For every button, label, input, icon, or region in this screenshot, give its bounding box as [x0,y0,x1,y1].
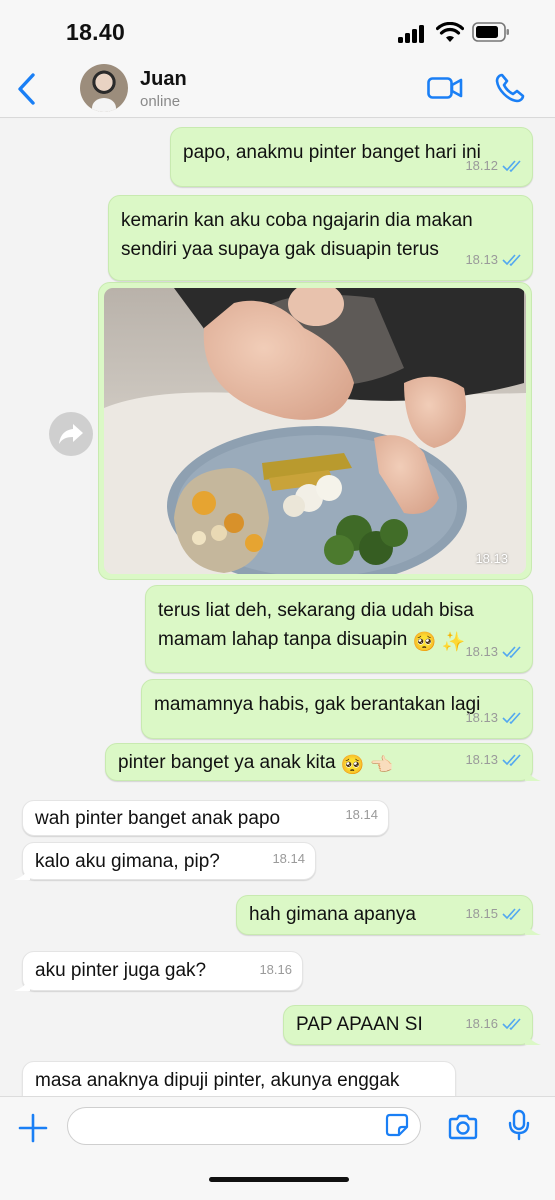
signal-icon [398,25,428,43]
message-time: 18.14 [345,807,378,822]
contact-status: online [140,93,181,110]
message-time: 18.16 [259,962,292,977]
wifi-icon [436,22,464,42]
message-time: 18.13 [465,252,498,267]
message-input[interactable] [67,1107,421,1145]
message-meta: 18.13 [465,245,522,274]
message-bubble-incoming[interactable]: wah pinter banget anak papo 18.14 [22,800,389,836]
sparkles-emoji: ✨ [441,632,466,653]
message-text-line: mamam lahap tanpa disuapin [158,629,408,650]
message-bubble-outgoing[interactable]: pinter banget ya anak kita 🥺 👈🏻 18.13 [105,743,541,781]
message-meta: 18.12 [465,151,522,180]
double-check-icon [502,253,521,266]
double-check-icon [502,159,521,172]
message-bubble-outgoing[interactable]: PAP APAAN SI 18.16 [283,1005,541,1045]
chat-area[interactable]: papo, anakmu pinter banget hari ini 18.1… [0,119,555,1096]
pleading-face-emoji: 🥺 [340,755,365,776]
baby-food-photo [104,288,526,574]
plus-icon[interactable] [18,1113,48,1143]
message-text-line: kemarin kan aku coba ngajarin dia makan [121,210,473,231]
bubble-tail [525,767,541,781]
message-bubble-outgoing[interactable]: mamamnya habis, gak berantakan lagi 18.1… [141,679,533,739]
message-meta: 18.15 [465,899,522,928]
message-text: aku pinter juga gak? [35,960,207,981]
message-text: pinter banget ya anak kita [118,752,336,773]
message-meta: 18.16 [465,1009,522,1038]
avatar[interactable] [80,64,128,112]
video-call-icon[interactable] [427,76,463,100]
pointing-hand-emoji: 👈🏻 [369,755,394,776]
photo-message[interactable]: 18.13 [98,282,532,580]
message-time: 18.13 [465,644,498,659]
message-meta: 18.13 [465,637,522,666]
message-bubble-incoming[interactable]: kalo aku gimana, pip? 18.14 [14,842,316,880]
message-bubble-outgoing[interactable]: papo, anakmu pinter banget hari ini 18.1… [170,127,533,187]
mic-icon[interactable] [508,1109,530,1141]
message-text-line: pinter banget ya anak kita 🥺 👈🏻 [118,748,520,780]
status-bar: 18.40 [0,0,555,62]
photo-image[interactable]: 18.13 [104,288,526,574]
double-check-icon [502,753,521,766]
message-time: 18.14 [272,851,305,866]
message-time: 18.13 [465,752,498,767]
message-time: 18.13 [465,710,498,725]
message-text-line: sendiri yaa supaya gak disuapin terus [121,239,439,260]
battery-icon [472,22,509,42]
message-text: wah pinter banget anak papo [35,808,281,829]
home-indicator [209,1177,349,1182]
message-bubble-incoming[interactable]: aku pinter juga gak? 18.16 [14,951,303,991]
double-check-icon [502,1017,521,1030]
message-bubble-incoming[interactable]: masa anaknya dipuji pinter, akunya engga… [22,1061,456,1096]
message-meta: 18.14 [345,800,378,829]
bubble-tail [525,921,541,935]
double-check-icon [502,711,521,724]
message-bubble-outgoing[interactable]: kemarin kan aku coba ngajarin dia makan … [108,195,533,281]
input-bar [0,1096,555,1200]
contact-name[interactable]: Juan [140,68,187,91]
status-time: 18.40 [66,19,126,45]
message-bubble-outgoing[interactable]: hah gimana apanya 18.15 [236,895,541,935]
bubble-tail [14,977,30,991]
message-meta: 18.14 [272,844,305,873]
bubble-tail [14,866,30,880]
message-time: 18.15 [465,906,498,921]
forward-button[interactable] [49,412,93,456]
double-check-icon [502,645,521,658]
message-meta: 18.16 [259,955,292,984]
message-time: 18.12 [465,158,498,173]
double-check-icon [502,907,521,920]
chat-header: Juan online [0,62,555,118]
message-text-line: terus liat deh, sekarang dia udah bisa [158,600,474,621]
message-bubble-outgoing[interactable]: terus liat deh, sekarang dia udah bisa m… [145,585,533,673]
bubble-tail [525,1031,541,1045]
sticker-icon[interactable] [385,1113,409,1137]
pleading-face-emoji: 🥺 [412,632,437,653]
message-time: 18.16 [465,1016,498,1031]
message-text: kalo aku gimana, pip? [35,851,220,872]
camera-icon[interactable] [447,1113,479,1141]
forward-icon [59,424,83,444]
message-time: 18.13 [475,551,508,566]
message-text: masa anaknya dipuji pinter, akunya engga… [35,1070,400,1091]
message-meta: 18.13 [475,551,512,566]
voice-call-icon[interactable] [495,73,525,103]
message-meta: 18.13 [465,703,522,732]
message-meta: 18.13 [465,745,522,774]
back-icon[interactable] [14,72,38,106]
